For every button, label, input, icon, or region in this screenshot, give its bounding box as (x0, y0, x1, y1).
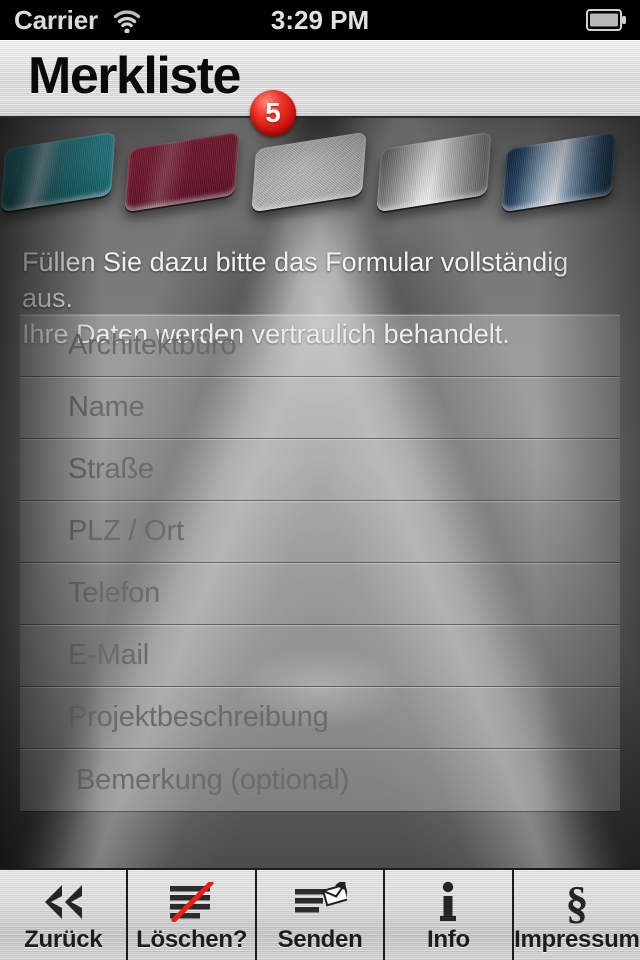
tile-red[interactable] (118, 124, 246, 224)
delete-button[interactable]: Löschen? (128, 870, 257, 960)
delete-label: Löschen? (136, 926, 248, 953)
bottom-toolbar: Zurück Löschen? Senden Info § Impressum (0, 868, 640, 960)
info-label: Info (427, 926, 470, 953)
imprint-button[interactable]: § Impressum (514, 870, 640, 960)
field-strasse[interactable]: Straße (20, 439, 620, 501)
tile-silver-polished[interactable] (370, 124, 498, 224)
field-placeholder: PLZ / Ort (68, 515, 184, 547)
back-label: Zurück (24, 926, 103, 953)
nav-bar: Merkliste 5 (0, 40, 640, 136)
paragraph-section-icon: § (560, 879, 594, 925)
battery-full-icon (586, 9, 628, 36)
intro-line-1: Füllen Sie dazu bitte das Formular volls… (22, 247, 569, 313)
contact-form: Architektbüro Name Straße PLZ / Ort Tele… (20, 314, 620, 812)
lines-with-red-slash-icon (167, 880, 217, 924)
field-placeholder: Name (68, 391, 145, 423)
svg-text:§: § (565, 879, 588, 925)
field-name[interactable]: Name (20, 377, 620, 439)
back-button[interactable]: Zurück (0, 870, 129, 960)
app-screen: Carrier 3:29 PM Merkliste 5 Füllen Sie d… (0, 0, 640, 960)
field-placeholder: Bemerkung (optional) (76, 763, 350, 796)
tile-teal[interactable] (0, 124, 122, 224)
field-placeholder: Architektbüro (68, 329, 237, 361)
info-button[interactable]: Info (385, 870, 514, 960)
field-telefon[interactable]: Telefon (20, 563, 620, 625)
page-title: Merkliste (28, 47, 241, 105)
field-placeholder: Projektbeschreibung (68, 701, 329, 733)
send-label: Senden (277, 926, 363, 953)
lines-with-envelope-icon (293, 880, 348, 924)
send-button[interactable]: Senden (257, 870, 386, 960)
field-placeholder: E-Mail (68, 639, 149, 671)
material-tiles-row (0, 124, 640, 234)
tile-blue[interactable] (495, 124, 623, 224)
status-time: 3:29 PM (270, 4, 370, 35)
field-email[interactable]: E-Mail (20, 625, 620, 687)
content-area: Füllen Sie dazu bitte das Formular volls… (0, 118, 640, 868)
tile-silver-matte[interactable] (245, 124, 373, 224)
field-placeholder: Telefon (68, 577, 161, 609)
double-chevron-left-icon (37, 880, 89, 924)
info-i-icon (435, 880, 461, 924)
status-badge: 5 (250, 90, 296, 136)
field-plz-ort[interactable]: PLZ / Ort (20, 501, 620, 563)
badge-count: 5 (265, 97, 281, 128)
field-projektbeschreibung[interactable]: Projektbeschreibung (20, 687, 620, 749)
field-placeholder: Straße (68, 453, 154, 485)
field-bemerkung[interactable]: Bemerkung (optional) (20, 749, 620, 811)
imprint-label: Impressum (514, 926, 640, 953)
field-architekturbuero[interactable]: Architektbüro (20, 315, 620, 377)
status-bar: Carrier 3:29 PM (0, 0, 640, 40)
